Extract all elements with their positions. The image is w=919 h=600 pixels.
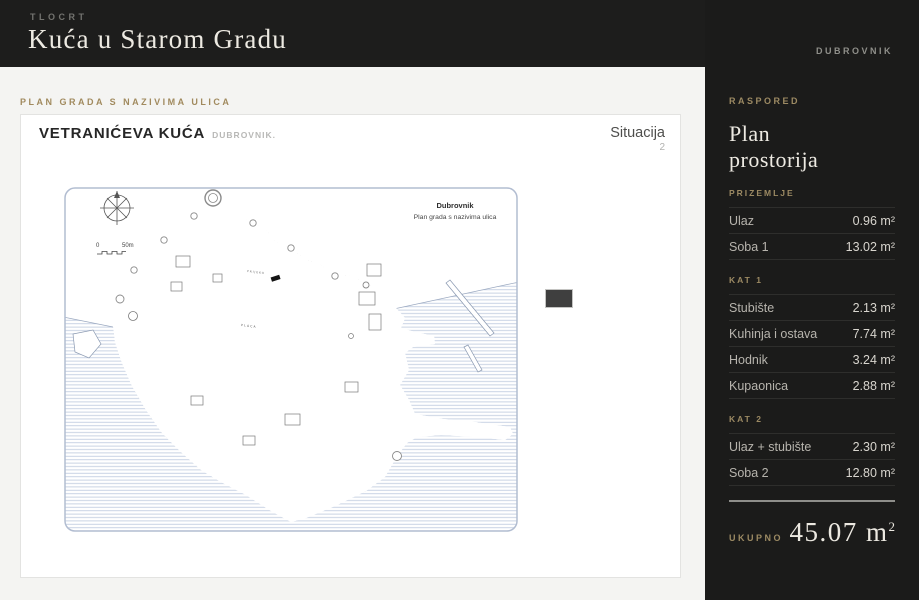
onofrio-fountain [128,311,138,321]
section-label-kat2: KAT 2 [729,414,895,434]
room-row: Soba 2 12.80 m² [729,460,895,486]
room-name: Soba 1 [729,239,769,254]
room-name: Soba 2 [729,465,769,480]
card-title: VETRANIĆEVA KUĆA [39,125,206,142]
situacija-label: Situacija [610,125,665,141]
total-label: UKUPNO [729,533,784,543]
room-name: Kupaonica [729,378,789,393]
section-label-prizemlje: PRIZEMLJE [729,188,895,208]
sidebar-title: Plan prostorija [729,121,819,172]
minceta-tower [204,189,222,207]
room-name: Stubište [729,300,775,315]
room-name: Hodnik [729,352,768,367]
sidebar-location: DUBROVNIK [815,46,893,56]
scale-end: 50m [122,243,134,249]
room-area: 12.80 m² [845,465,895,480]
luza-square [348,333,354,339]
map-subtitle: Plan grada s nazivima ulica [414,214,497,221]
room-row: Ulaz 0.96 m² [729,208,895,234]
room-area: 2.88 m² [852,378,895,393]
room-name: Kuhinja i ostava [729,326,818,341]
room-area: 3.24 m² [852,352,895,367]
legend-swatch [545,289,573,308]
card-subtitle: DUBROVNIK. [212,130,276,140]
room-row: Stubište 2.13 m² [729,295,895,321]
room-row: Ulaz + stubište 2.30 m² [729,434,895,460]
header-eyebrow: TLOCRT [30,12,88,22]
situacija-number: 2 [659,142,665,153]
plan-card: VETRANIĆEVA KUĆA DUBROVNIK. Situacija 2 [20,114,681,578]
room-area: 0.96 m² [852,213,895,228]
section-label: PLAN GRADA S NAZIVIMA ULICA [20,97,232,107]
situacija-block: Situacija 2 [610,125,665,153]
sidebar: DUBROVNIK RASPORED Plan prostorija PRIZE… [705,0,919,600]
card-header: VETRANIĆEVA KUĆA DUBROVNIK. Situacija 2 [39,125,665,153]
room-row: Kupaonica 2.88 m² [729,373,895,399]
room-area: 13.02 m² [845,239,895,254]
room-name: Ulaz [729,213,755,228]
section-label-kat1: KAT 1 [729,275,895,295]
total-divider [729,500,895,502]
main-area: PLAN GRADA S NAZIVIMA ULICA VETRANIĆEVA … [0,67,705,600]
total-row: UKUPNO 45.07 m2 [729,517,895,548]
room-name: Ulaz + stubište [729,439,812,454]
room-area: 7.74 m² [852,326,895,341]
room-area: 2.30 m² [852,439,895,454]
sidebar-eyebrow: RASPORED [729,96,801,106]
map-title: Dubrovnik [436,201,474,210]
room-row: Kuhinja i ostava 7.74 m² [729,321,895,347]
page-title: Kuća u Starom Gradu [28,24,287,54]
room-row: Hodnik 3.24 m² [729,347,895,373]
city-map-container: 0 50m Dubrovnik Plan grada s nazivima ul… [63,186,519,533]
dubrovnik-city-map: 0 50m Dubrovnik Plan grada s nazivima ul… [64,187,518,532]
room-row: Soba 1 13.02 m² [729,234,895,260]
room-area: 2.13 m² [852,300,895,315]
total-value: 45.07 m2 [789,517,895,547]
